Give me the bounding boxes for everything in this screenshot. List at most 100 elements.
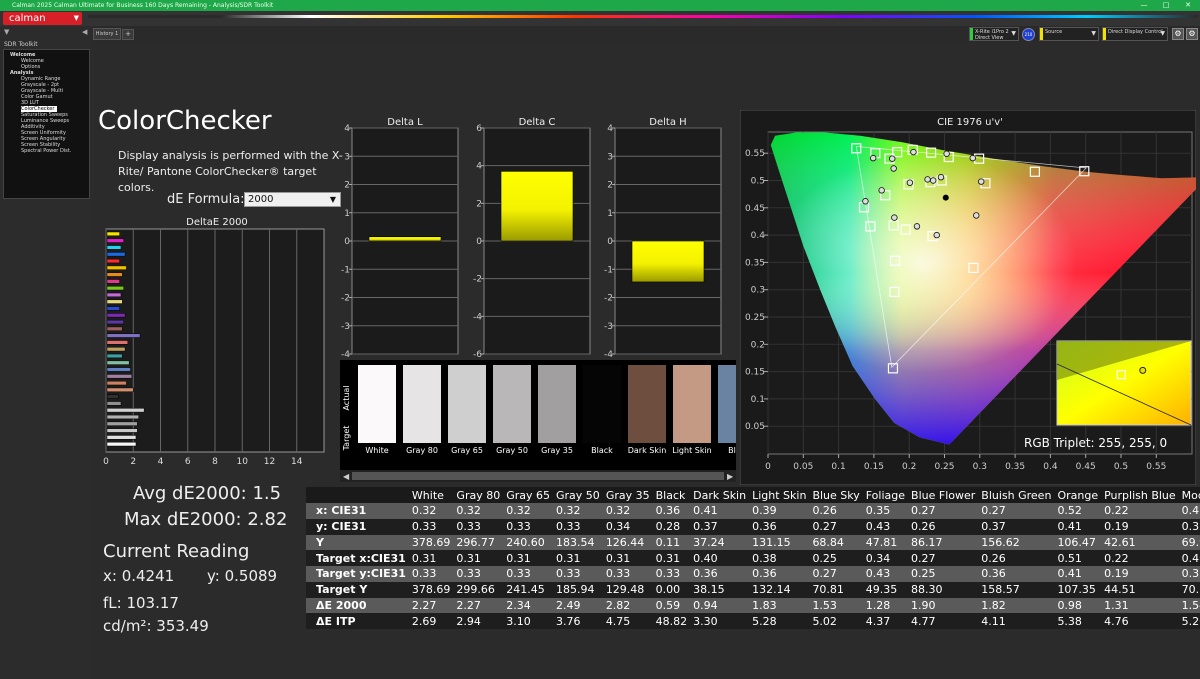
table-cell: 0.27 xyxy=(809,566,863,582)
meter-selector[interactable]: X-Rite i1Pro 2 Direct View ▼ xyxy=(969,27,1019,41)
table-cell: 0.19 xyxy=(1101,566,1179,582)
swatch-label: Gray 65 xyxy=(451,446,483,455)
close-button[interactable]: ✕ xyxy=(1178,0,1198,11)
meter-badge[interactable]: 210 xyxy=(1022,28,1035,41)
chevron-left-icon[interactable]: ◀ xyxy=(343,472,350,481)
table-row-header: x: CIE31 xyxy=(306,503,409,519)
table-cell: 0.98 xyxy=(1054,597,1102,614)
deltae-bar xyxy=(106,441,137,447)
deltae-tick-label: 6 xyxy=(185,457,191,467)
table-row-header: ΔE 2000 xyxy=(306,597,409,614)
cie-actual-marker xyxy=(969,154,976,162)
table-cell: 156.62 xyxy=(978,534,1055,551)
deltae-2000-chart: DeltaE 2000 0 2 4 6 8 10 12 14 xyxy=(103,217,325,467)
deltae-bar xyxy=(106,435,137,440)
table-row: Target Y 378.69 299.66 241.45 185.94 129.48 0.… xyxy=(306,581,1200,598)
chevron-down-icon[interactable]: ▼ xyxy=(4,28,9,36)
table-cell: 0.32 xyxy=(408,503,454,519)
table-cell: 0.41 xyxy=(1054,566,1102,582)
table-cell: 0.27 xyxy=(908,550,979,566)
swatch-gray-80[interactable]: Gray 80 xyxy=(403,365,441,455)
delta-tick-label: -3 xyxy=(341,322,350,332)
swatch-color xyxy=(358,365,396,443)
de-formula-select[interactable]: 2000 ▼ xyxy=(244,192,341,207)
deltae-bar xyxy=(106,319,124,325)
swatch-gray-65[interactable]: Gray 65 xyxy=(448,365,486,455)
swatch-color xyxy=(538,365,576,443)
chevron-down-icon: ▼ xyxy=(329,195,336,204)
cie-white-point xyxy=(942,194,949,201)
table-cell: 0.31 xyxy=(652,550,691,566)
swatch-gray-35[interactable]: Gray 35 xyxy=(538,365,576,455)
cie-x-tick-label: 0.2 xyxy=(902,462,916,472)
table-cell: 0.27 xyxy=(908,503,979,519)
swatch-color xyxy=(448,365,486,443)
left-sidebar: ▼ ◀ SDR Toolkit Welcome Welcome Options Ana… xyxy=(0,26,93,679)
table-row: Y 378.69 296.77 240.60 183.54 126.44 0.11 37.24… xyxy=(306,534,1200,551)
minimize-button[interactable]: — xyxy=(1134,0,1154,11)
gear-icon[interactable]: ⚙ xyxy=(1172,28,1184,40)
deltae-tick-label: 12 xyxy=(264,457,275,467)
swatch-color xyxy=(628,365,666,443)
source-status-bar xyxy=(1040,28,1043,40)
chevron-right-icon[interactable]: ▶ xyxy=(727,472,734,481)
table-cell: 68.84 xyxy=(809,534,863,551)
swatch-gray-50[interactable]: Gray 50 xyxy=(493,365,531,455)
display-status-bar xyxy=(1103,28,1106,40)
table-row-header: Target y:CIE31 xyxy=(306,566,409,582)
source-selector[interactable]: Source ▼ xyxy=(1039,27,1099,41)
table-row: Target y:CIE31 0.33 0.33 0.33 0.33 0.33 0.33 0.… xyxy=(306,566,1200,582)
sidebar-item-spectral-power-dist-[interactable]: Spectral Power Dist. xyxy=(7,148,89,154)
table-cell: 0.51 xyxy=(1054,550,1102,566)
toolkit-label: SDR Toolkit xyxy=(4,41,38,48)
table-cell: 4.77 xyxy=(908,613,979,629)
table-cell: 38.15 xyxy=(690,581,750,598)
table-cell: 0.27 xyxy=(978,503,1055,519)
table-cell: 0.33 xyxy=(602,566,653,582)
table-cell: 2.69 xyxy=(408,613,454,629)
swatch-color xyxy=(403,365,441,443)
table-cell: 0.11 xyxy=(652,534,691,551)
table-cell: 44.51 xyxy=(1101,581,1179,598)
swatch-panel: Actual Target White Gray 80 Gray 65 Gray 50… xyxy=(340,360,736,482)
deltae-bar xyxy=(106,252,126,257)
window-title: Calman 2025 Calman Ultimate for Business… xyxy=(12,2,274,9)
swatch-white[interactable]: White xyxy=(358,365,396,455)
logo-text: calman xyxy=(9,13,46,24)
table-cell: 5.38 xyxy=(1054,613,1102,629)
maximize-button[interactable]: □ xyxy=(1156,0,1176,11)
table-cell: 106.47 xyxy=(1054,534,1102,551)
max-de: Max dE2000: 2.82 xyxy=(124,509,288,530)
chevron-left-icon[interactable]: ◀ xyxy=(82,28,87,36)
calman-logo-menu[interactable]: calman ▼ xyxy=(3,12,82,25)
tab-history-1[interactable]: History 1 xyxy=(93,28,121,40)
delta-tick-label: -2 xyxy=(473,275,482,285)
cie-x-tick-label: 0.05 xyxy=(793,462,813,472)
current-fl: fL: 103.17 xyxy=(103,594,179,612)
table-cell: 0.39 xyxy=(749,503,810,519)
table-column-header: Dark Skin xyxy=(690,487,750,503)
deltae-bar xyxy=(106,286,124,291)
source-label: Source xyxy=(1045,29,1063,35)
table-cell: 0.28 xyxy=(652,518,691,535)
cie-x-tick-label: 0.5 xyxy=(1114,462,1128,472)
table-cell: 0.59 xyxy=(652,597,691,614)
table-cell: 0.22 xyxy=(1101,550,1179,566)
table-cell: 132.14 xyxy=(749,581,810,598)
table-cell: 0.33 xyxy=(453,566,504,582)
swatch-blue[interactable]: Blue xyxy=(718,365,736,455)
delta-bar xyxy=(500,171,574,242)
deltae-bar xyxy=(106,347,126,352)
swatch-dark-skin[interactable]: Dark Skin xyxy=(628,365,667,455)
settings-icon[interactable]: ⚙ xyxy=(1186,28,1198,40)
delta-l-chart: Delta L 4 3 2 1 0 -1 -2 -3 -4 xyxy=(341,117,459,359)
delta-tick-label: 3 xyxy=(344,152,350,162)
swatch-scrollbar-thumb[interactable] xyxy=(352,472,724,480)
table-cell: 0.25 xyxy=(908,566,979,582)
add-tab-button[interactable]: + xyxy=(122,29,134,40)
swatch-light-skin[interactable]: Light Skin xyxy=(672,365,712,455)
display-selector[interactable]: Direct Display Control ▼ xyxy=(1102,27,1168,41)
table-cell: 0.37 xyxy=(978,518,1055,535)
swatch-black[interactable]: Black xyxy=(583,365,621,455)
table-cell: 1.83 xyxy=(749,597,810,614)
